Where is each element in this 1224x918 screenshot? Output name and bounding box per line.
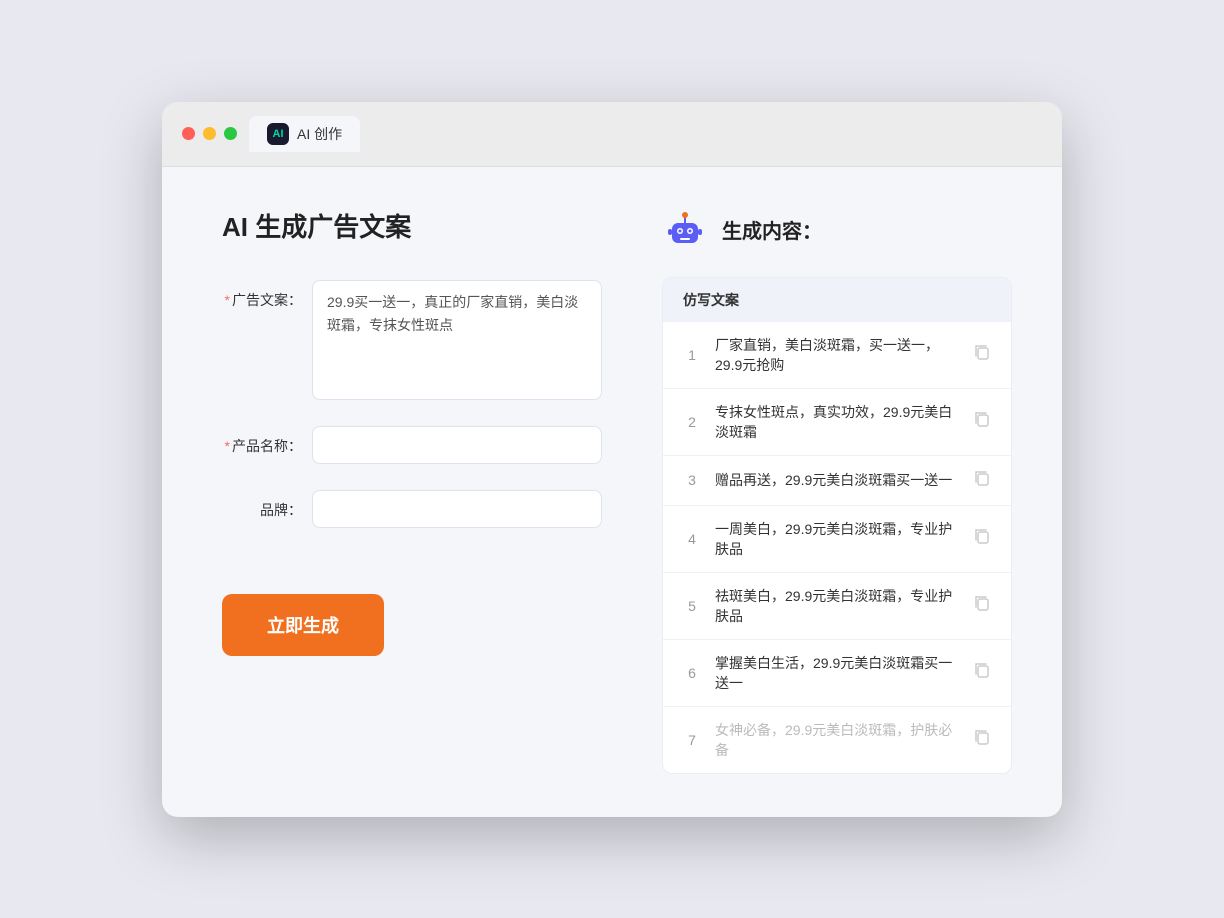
required-star-2: * bbox=[225, 438, 230, 454]
maximize-button[interactable] bbox=[224, 127, 237, 140]
row-text: 祛斑美白，29.9元美白淡斑霜，专业护肤品 bbox=[715, 586, 959, 626]
row-text: 专抹女性斑点，真实功效，29.9元美白淡斑霜 bbox=[715, 402, 959, 442]
title-bar: AI AI 创作 bbox=[162, 102, 1062, 167]
row-number: 5 bbox=[683, 598, 701, 614]
row-number: 7 bbox=[683, 732, 701, 748]
copy-icon[interactable] bbox=[973, 661, 991, 684]
table-row: 2 专抹女性斑点，真实功效，29.9元美白淡斑霜 bbox=[663, 389, 1011, 456]
table-row: 7 女神必备，29.9元美白淡斑霜，护肤必备 bbox=[663, 707, 1011, 773]
right-panel: 生成内容： 仿写文案 1 厂家直销，美白淡斑霜，买一送一，29.9元抢购 2 专抹女… bbox=[662, 207, 1012, 777]
product-name-group: *产品名称： 美白淡斑霜 bbox=[222, 426, 602, 464]
row-number: 2 bbox=[683, 414, 701, 430]
minimize-button[interactable] bbox=[203, 127, 216, 140]
row-number: 4 bbox=[683, 531, 701, 547]
copy-icon[interactable] bbox=[973, 469, 991, 492]
copy-icon[interactable] bbox=[973, 343, 991, 366]
product-name-label: *产品名称： bbox=[222, 426, 302, 456]
traffic-lights bbox=[182, 127, 237, 140]
copy-icon[interactable] bbox=[973, 594, 991, 617]
brand-label: 品牌： bbox=[222, 490, 302, 520]
result-header: 生成内容： bbox=[662, 207, 1012, 253]
ad-copy-input[interactable]: 29.9买一送一，真正的厂家直销，美白淡斑霜，专抹女性斑点 bbox=[312, 280, 602, 400]
row-number: 1 bbox=[683, 347, 701, 363]
product-name-input[interactable]: 美白淡斑霜 bbox=[312, 426, 602, 464]
required-star: * bbox=[225, 292, 230, 308]
left-panel: AI 生成广告文案 *广告文案： 29.9买一送一，真正的厂家直销，美白淡斑霜，… bbox=[222, 207, 602, 777]
page-title: AI 生成广告文案 bbox=[222, 207, 602, 244]
row-number: 3 bbox=[683, 472, 701, 488]
table-row: 4 一周美白，29.9元美白淡斑霜，专业护肤品 bbox=[663, 506, 1011, 573]
row-number: 6 bbox=[683, 665, 701, 681]
table-row: 5 祛斑美白，29.9元美白淡斑霜，专业护肤品 bbox=[663, 573, 1011, 640]
tab-label: AI 创作 bbox=[297, 124, 342, 144]
tab-icon: AI bbox=[267, 123, 289, 145]
robot-icon bbox=[662, 207, 708, 253]
table-header: 仿写文案 bbox=[663, 278, 1011, 322]
row-text: 赠品再送，29.9元美白淡斑霜买一送一 bbox=[715, 470, 959, 490]
row-text: 女神必备，29.9元美白淡斑霜，护肤必备 bbox=[715, 720, 959, 760]
table-row: 3 赠品再送，29.9元美白淡斑霜买一送一 bbox=[663, 456, 1011, 506]
tab-ai-creation[interactable]: AI AI 创作 bbox=[249, 116, 360, 152]
result-table: 仿写文案 1 厂家直销，美白淡斑霜，买一送一，29.9元抢购 2 专抹女性斑点，真实… bbox=[662, 277, 1012, 774]
close-button[interactable] bbox=[182, 127, 195, 140]
ad-copy-group: *广告文案： 29.9买一送一，真正的厂家直销，美白淡斑霜，专抹女性斑点 bbox=[222, 280, 602, 400]
browser-window: AI AI 创作 AI 生成广告文案 *广告文案： 29.9买一送一，真正的厂家… bbox=[162, 102, 1062, 817]
table-row: 1 厂家直销，美白淡斑霜，买一送一，29.9元抢购 bbox=[663, 322, 1011, 389]
generate-button[interactable]: 立即生成 bbox=[222, 594, 384, 656]
brand-group: 品牌： 好白 bbox=[222, 490, 602, 528]
result-title: 生成内容： bbox=[722, 215, 822, 244]
copy-icon[interactable] bbox=[973, 410, 991, 433]
row-text: 厂家直销，美白淡斑霜，买一送一，29.9元抢购 bbox=[715, 335, 959, 375]
copy-icon[interactable] bbox=[973, 527, 991, 550]
row-text: 一周美白，29.9元美白淡斑霜，专业护肤品 bbox=[715, 519, 959, 559]
ai-logo-icon: AI bbox=[273, 128, 284, 140]
main-content: AI 生成广告文案 *广告文案： 29.9买一送一，真正的厂家直销，美白淡斑霜，… bbox=[162, 167, 1062, 817]
ad-copy-label: *广告文案： bbox=[222, 280, 302, 310]
brand-input[interactable]: 好白 bbox=[312, 490, 602, 528]
row-text: 掌握美白生活，29.9元美白淡斑霜买一送一 bbox=[715, 653, 959, 693]
copy-icon[interactable] bbox=[973, 728, 991, 751]
table-row: 6 掌握美白生活，29.9元美白淡斑霜买一送一 bbox=[663, 640, 1011, 707]
